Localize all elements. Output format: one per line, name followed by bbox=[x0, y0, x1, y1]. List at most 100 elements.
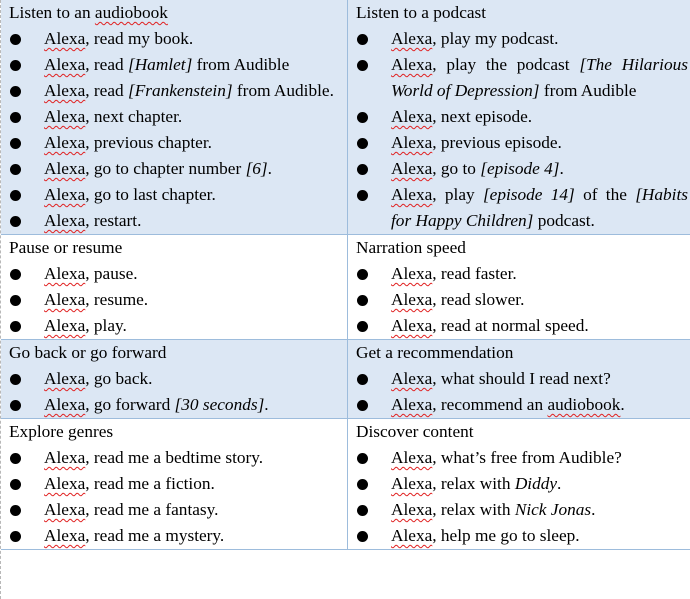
text-run: , go to bbox=[432, 159, 481, 178]
text-run: . bbox=[557, 474, 562, 493]
list-item: Alexa, go to last chapter. bbox=[9, 182, 341, 208]
text-run: , read at normal speed. bbox=[432, 316, 589, 335]
text-run: , go to last chapter. bbox=[85, 185, 216, 204]
section-cell: Discover content Alexa, what’s free from … bbox=[347, 418, 690, 550]
spellcheck-word: Alexa bbox=[391, 264, 433, 283]
text-run: , read faster. bbox=[432, 264, 517, 283]
section-title: Get a recommendation bbox=[356, 340, 688, 366]
command-list: Alexa, what should I read next? Alexa, re… bbox=[356, 366, 688, 418]
spellcheck-word: Alexa bbox=[44, 185, 86, 204]
section-title: Listen to an audiobook bbox=[9, 0, 341, 26]
list-item: Alexa, play my podcast. bbox=[356, 26, 688, 52]
text-run: , read me a fiction. bbox=[85, 474, 215, 493]
section-cell: Go back or go forward Alexa, go back. Alex… bbox=[1, 339, 348, 419]
spellcheck-word: Alexa bbox=[44, 500, 86, 519]
text-run: , resume. bbox=[85, 290, 149, 309]
bullet-icon bbox=[357, 164, 368, 175]
italic-placeholder: Diddy bbox=[514, 474, 558, 493]
bullet-icon bbox=[10, 479, 21, 490]
list-item: Alexa, read me a mystery. bbox=[9, 523, 341, 549]
text-run: , restart. bbox=[85, 211, 142, 230]
text-run: , play bbox=[432, 185, 483, 204]
text-run: , read my book. bbox=[85, 29, 194, 48]
spellcheck-word: Alexa bbox=[44, 395, 86, 414]
spellcheck-word: Alexa bbox=[44, 369, 86, 388]
list-item: Alexa, pause. bbox=[9, 261, 341, 287]
text-run: Explore genres bbox=[9, 422, 114, 441]
text-run: podcast. bbox=[533, 211, 595, 230]
text-run: , go to chapter number bbox=[85, 159, 246, 178]
bullet-icon bbox=[10, 321, 21, 332]
spellcheck-word: Alexa bbox=[391, 107, 433, 126]
text-run: Listen to an bbox=[9, 3, 95, 22]
text-run: Go back or go forward bbox=[9, 343, 167, 362]
text-run: , play my podcast. bbox=[432, 29, 559, 48]
text-run: , read slower. bbox=[432, 290, 525, 309]
spellcheck-word: Alexa bbox=[391, 185, 433, 204]
bullet-icon bbox=[10, 295, 21, 306]
text-run: , play. bbox=[85, 316, 127, 335]
text-run: . bbox=[591, 500, 596, 519]
bullet-icon bbox=[10, 34, 21, 45]
text-run: from Audible bbox=[539, 81, 637, 100]
bullet-icon bbox=[357, 400, 368, 411]
section-title: Narration speed bbox=[356, 235, 688, 261]
document-page: Listen to an audiobook Alexa , read my boo… bbox=[0, 0, 690, 599]
bullet-icon bbox=[357, 138, 368, 149]
text-run: from Audible. bbox=[232, 81, 334, 100]
text-run: , previous episode. bbox=[432, 133, 562, 152]
table-row: Go back or go forward Alexa, go back. Alex… bbox=[1, 339, 690, 419]
spellcheck-word: Alexa bbox=[44, 316, 86, 335]
list-item: Alexa, what should I read next? bbox=[356, 366, 688, 392]
bullet-icon bbox=[357, 374, 368, 385]
spellcheck-word: Alexa bbox=[391, 159, 433, 178]
spellcheck-word: Alexa bbox=[44, 55, 86, 74]
list-item: Alexa, previous episode. bbox=[356, 130, 688, 156]
command-list: Alexa, pause. Alexa, resume. Alexa, play. bbox=[9, 261, 341, 339]
section-cell: Get a recommendation Alexa, what should I… bbox=[347, 339, 690, 419]
text-run: , play the podcast bbox=[432, 55, 580, 74]
italic-placeholder: [30 seconds] bbox=[174, 395, 265, 414]
table-row: Explore genres Alexa, read me a bedtime s… bbox=[1, 418, 690, 550]
list-item: Alexa, play the podcast [The Hilarious W… bbox=[356, 52, 688, 104]
bullet-icon bbox=[357, 269, 368, 280]
command-list: Alexa, play my podcast. Alexa, play the p… bbox=[356, 26, 688, 234]
text-run: of the bbox=[574, 185, 636, 204]
spellcheck-word: Alexa bbox=[44, 159, 86, 178]
bullet-icon bbox=[10, 138, 21, 149]
bullet-icon bbox=[357, 112, 368, 123]
list-item: Alexa, previous chapter. bbox=[9, 130, 341, 156]
text-run: , recommend an bbox=[432, 395, 548, 414]
text-run: , what should I read next? bbox=[432, 369, 611, 388]
spellcheck-word: Alexa bbox=[391, 526, 433, 545]
list-item: Alexa, read me a fantasy. bbox=[9, 497, 341, 523]
list-item: Alexa, relax with Diddy. bbox=[356, 471, 688, 497]
list-item: Alexa, resume. bbox=[9, 287, 341, 313]
text-run: , read bbox=[85, 55, 128, 74]
section-title: Go back or go forward bbox=[9, 340, 341, 366]
spellcheck-word: Alexa bbox=[44, 264, 86, 283]
bullet-icon bbox=[357, 479, 368, 490]
list-item: Alexa, go forward [30 seconds]. bbox=[9, 392, 341, 418]
text-run: , what’s free from Audible? bbox=[432, 448, 622, 467]
list-item: Alexa, relax with Nick Jonas. bbox=[356, 497, 688, 523]
bullet-icon bbox=[10, 216, 21, 227]
command-list: Alexa, read my book. Alexa, read [Hamlet]… bbox=[9, 26, 341, 234]
list-item: Alexa, what’s free from Audible? bbox=[356, 445, 688, 471]
bullet-icon bbox=[10, 60, 21, 71]
list-item: Alexa, recommend an audiobook. bbox=[356, 392, 688, 418]
list-item: Alexa, next episode. bbox=[356, 104, 688, 130]
bullet-icon bbox=[10, 374, 21, 385]
list-item: Alexa, play. bbox=[9, 313, 341, 339]
text-run: Get a recommendation bbox=[356, 343, 514, 362]
italic-placeholder: [Frankenstein] bbox=[127, 81, 233, 100]
list-item: Alexa, restart. bbox=[9, 208, 341, 234]
list-item: Alexa, go to [episode 4]. bbox=[356, 156, 688, 182]
list-item: Alexa, go back. bbox=[9, 366, 341, 392]
text-run: , go back. bbox=[85, 369, 153, 388]
spellcheck-word: Alexa bbox=[391, 29, 433, 48]
spellcheck-word: Alexa bbox=[44, 290, 86, 309]
bullet-icon bbox=[10, 531, 21, 542]
bullet-icon bbox=[357, 531, 368, 542]
section-cell: Listen to a podcast Alexa, play my podcas… bbox=[347, 0, 690, 235]
